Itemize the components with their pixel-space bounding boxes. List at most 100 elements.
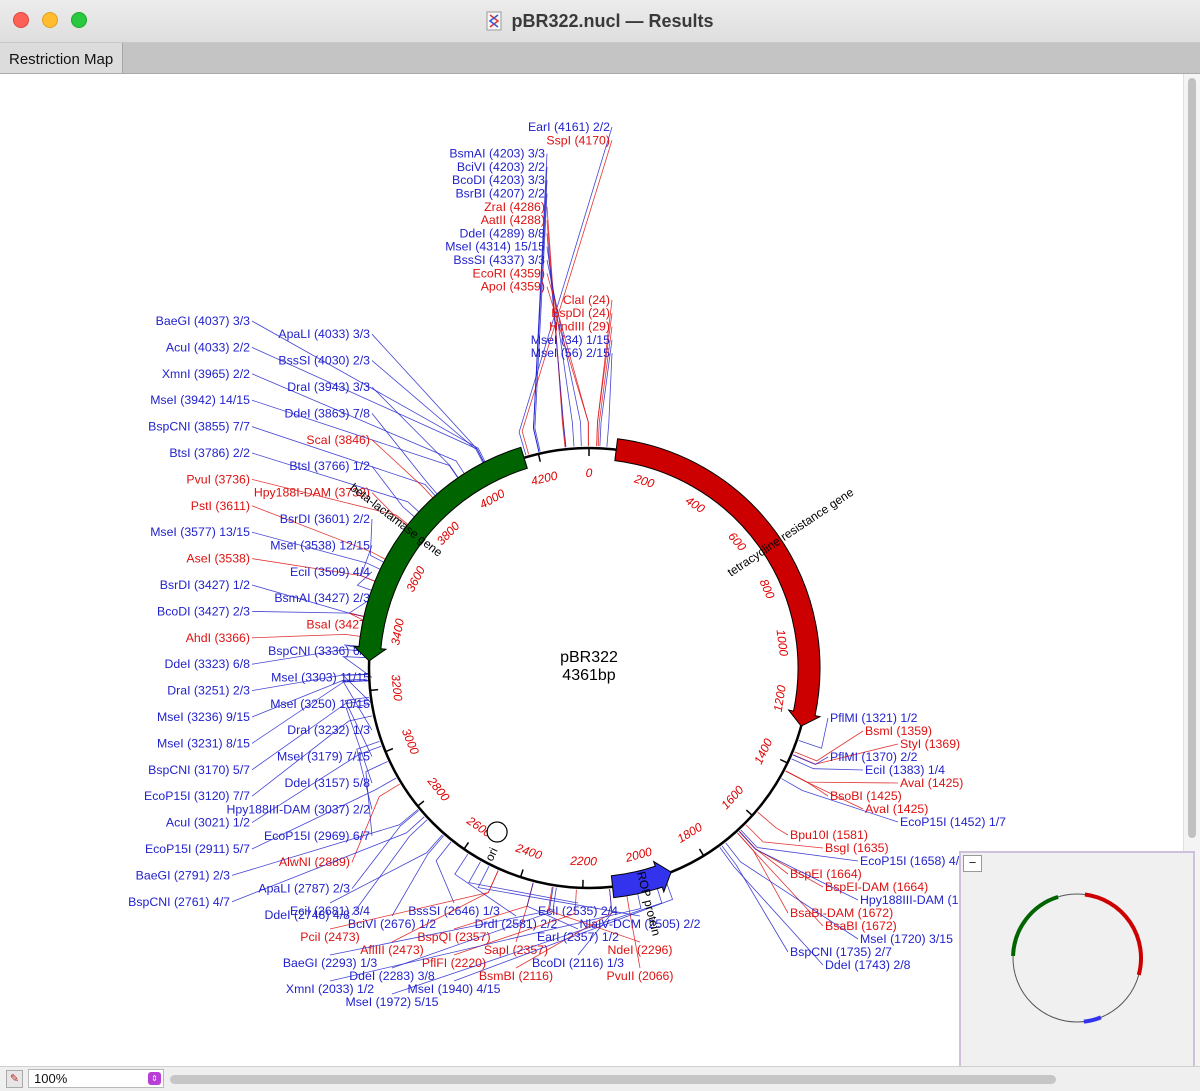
restriction-site-label[interactable]: BsaBI-DAM (1672)	[790, 906, 893, 920]
restriction-site-label[interactable]: NdeI (2296)	[608, 943, 673, 957]
restriction-site-label[interactable]: ClaI (24)	[563, 293, 610, 307]
restriction-site-label[interactable]: BspCNI (3855) 7/7	[148, 420, 250, 434]
restriction-site-label[interactable]: XmnI (3965) 2/2	[162, 367, 250, 381]
restriction-site-label[interactable]: PvuI (3736)	[186, 472, 250, 486]
restriction-site-label[interactable]: SspI (4170)	[546, 133, 610, 147]
restriction-site-label[interactable]: AcuI (3021) 1/2	[166, 816, 250, 830]
restriction-site-label[interactable]: BspEI-DAM (1664)	[825, 880, 928, 894]
restriction-site-label[interactable]: BsmAI (3427) 2/3	[274, 591, 370, 605]
restriction-site-label[interactable]: BsaBI (1672)	[825, 919, 897, 933]
restriction-site-label[interactable]: EcoP15I (1658) 4/7	[860, 854, 966, 868]
restriction-site-label[interactable]: EarI (4161) 2/2	[528, 120, 610, 134]
restriction-site-label[interactable]: NlaIV-DCM (2505) 2/2	[580, 917, 701, 931]
restriction-site-label[interactable]: BciVI (4203) 2/2	[457, 160, 545, 174]
restriction-site-label[interactable]: BaeGI (2791) 2/3	[136, 868, 230, 882]
restriction-site-label[interactable]: DdeI (1743) 2/8	[825, 958, 911, 972]
restriction-site-label[interactable]: DraI (3943) 3/3	[287, 380, 370, 394]
restriction-site-label[interactable]: PvuII (2066)	[607, 969, 674, 983]
restriction-site-label[interactable]: XmnI (2033) 1/2	[286, 982, 374, 996]
restriction-site-label[interactable]: AcuI (4033) 2/2	[166, 340, 250, 354]
restriction-site-label[interactable]: BssSI (4030) 2/3	[278, 354, 370, 368]
restriction-site-label[interactable]: BsaI (3427)	[306, 618, 370, 632]
restriction-site-label[interactable]: ScaI (3846)	[306, 433, 370, 447]
restriction-site-label[interactable]: MseI (4314) 15/15	[445, 240, 545, 254]
horizontal-scroll-thumb[interactable]	[170, 1075, 1056, 1084]
export-icon[interactable]: ✎	[6, 1070, 23, 1088]
restriction-site-label[interactable]: BciVI (2676) 1/2	[348, 917, 436, 931]
restriction-site-label[interactable]: MseI (34) 1/15	[531, 333, 610, 347]
restriction-site-label[interactable]: MseI (3236) 9/15	[157, 710, 250, 724]
restriction-site-label[interactable]: EcoP15I (3120) 7/7	[144, 789, 250, 803]
restriction-site-label[interactable]: BspCNI (2761) 4/7	[128, 895, 230, 909]
restriction-site-label[interactable]: EcoP15I (1452) 1/7	[900, 815, 1006, 829]
restriction-site-label[interactable]: AatII (4288)	[481, 213, 545, 227]
restriction-site-label[interactable]: BcoDI (3427) 2/3	[157, 604, 250, 618]
restriction-site-label[interactable]: PciI (2473)	[300, 930, 359, 944]
restriction-site-label[interactable]: BcoDI (4203) 3/3	[452, 173, 545, 187]
restriction-site-label[interactable]: BsmI (1359)	[865, 724, 932, 738]
restriction-site-label[interactable]: DdeI (4289) 8/8	[460, 226, 546, 240]
restriction-site-label[interactable]: EciI (1383) 1/4	[865, 763, 945, 777]
restriction-site-label[interactable]: BssSI (2646) 1/3	[408, 904, 500, 918]
restriction-site-label[interactable]: AvaI (1425)	[900, 776, 963, 790]
restriction-site-label[interactable]: Bpu10I (1581)	[790, 828, 868, 842]
restriction-site-label[interactable]: MseI (56) 2/15	[531, 346, 610, 360]
restriction-site-label[interactable]: MseI (3303) 11/15	[271, 670, 370, 684]
restriction-site-label[interactable]: BspCNI (3170) 5/7	[148, 763, 250, 777]
restriction-site-label[interactable]: DdeI (3323) 6/8	[165, 657, 251, 671]
restriction-site-label[interactable]: PflFI (2220)	[422, 956, 486, 970]
restriction-site-label[interactable]: BssSI (4337) 3/3	[453, 253, 545, 267]
restriction-site-label[interactable]: ZraI (4286)	[484, 200, 545, 214]
vertical-scroll-thumb[interactable]	[1188, 78, 1196, 838]
restriction-site-label[interactable]: ApaLI (4033) 3/3	[278, 327, 370, 341]
ori-marker[interactable]	[486, 821, 508, 843]
restriction-site-label[interactable]: MseI (3942) 14/15	[150, 393, 250, 407]
restriction-site-label[interactable]: EcoP15I (2911) 5/7	[145, 842, 250, 856]
zoom-select[interactable]: 100% ⇕	[28, 1069, 164, 1088]
restriction-site-label[interactable]: MseI (1940) 4/15	[408, 982, 501, 996]
restriction-site-label[interactable]: BspCNI (1735) 2/7	[790, 945, 892, 959]
restriction-site-label[interactable]: DraI (3251) 2/3	[167, 684, 250, 698]
restriction-site-label[interactable]: BsrBI (4207) 2/2	[455, 187, 545, 201]
restriction-site-label[interactable]: DraI (3232) 1/3	[287, 723, 370, 737]
restriction-site-label[interactable]: MseI (3231) 8/15	[157, 736, 250, 750]
restriction-site-label[interactable]: BtsI (3786) 2/2	[169, 446, 250, 460]
restriction-site-label[interactable]: EciI (3509) 4/4	[290, 565, 370, 579]
zoom-stepper-icon[interactable]: ⇕	[148, 1072, 161, 1085]
restriction-site-label[interactable]: BcoDI (2116) 1/3	[532, 956, 624, 970]
restriction-site-label[interactable]: AseI (3538)	[186, 552, 250, 566]
tab-restriction-map[interactable]: Restriction Map	[0, 43, 124, 73]
restriction-site-label[interactable]: HindIII (29)	[549, 320, 610, 334]
restriction-site-label[interactable]: MseI (3538) 12/15	[270, 538, 370, 552]
restriction-site-label[interactable]: MseI (1720) 3/15	[860, 932, 953, 946]
restriction-site-label[interactable]: Hpy188III-DAM (3037) 2/2	[226, 802, 370, 816]
restriction-site-label[interactable]: BaeGI (4037) 3/3	[156, 314, 250, 328]
restriction-site-label[interactable]: BsmBI (2116)	[479, 969, 553, 983]
restriction-site-label[interactable]: DdeI (2283) 3/8	[349, 969, 435, 983]
restriction-site-label[interactable]: MseI (3577) 13/15	[150, 525, 250, 539]
restriction-site-label[interactable]: BsrDI (3601) 2/2	[280, 512, 370, 526]
restriction-site-label[interactable]: DdeI (3863) 7/8	[285, 406, 371, 420]
restriction-site-label[interactable]: ApaLI (2787) 2/3	[258, 882, 350, 896]
restriction-site-label[interactable]: PflMI (1321) 1/2	[830, 711, 918, 725]
restriction-site-label[interactable]: AlwNI (2889)	[279, 855, 350, 869]
restriction-site-label[interactable]: StyI (1369)	[900, 737, 960, 751]
restriction-site-label[interactable]: ApoI (4359)	[481, 280, 545, 294]
restriction-site-label[interactable]: AflIII (2473)	[360, 943, 424, 957]
restriction-site-label[interactable]: DdeI (3157) 5/8	[285, 776, 371, 790]
restriction-site-label[interactable]: EcoRI (4359)	[473, 266, 545, 280]
restriction-site-label[interactable]: BspDI (24)	[551, 306, 610, 320]
minimap-collapse-button[interactable]: −	[963, 855, 982, 872]
restriction-site-label[interactable]: DdeI (2748) 4/8	[265, 908, 351, 922]
restriction-site-label[interactable]: BsoBI (1425)	[830, 789, 902, 803]
restriction-site-label[interactable]: BsgI (1635)	[825, 841, 889, 855]
restriction-site-label[interactable]: PstI (3611)	[191, 499, 250, 513]
restriction-site-label[interactable]: BsmAI (4203) 3/3	[449, 147, 545, 161]
restriction-site-label[interactable]: MseI (1972) 5/15	[346, 995, 439, 1009]
overview-minimap[interactable]: −	[959, 851, 1195, 1070]
restriction-site-label[interactable]: BaeGI (2293) 1/3	[283, 956, 377, 970]
restriction-site-label[interactable]: BtsI (3766) 1/2	[289, 459, 370, 473]
restriction-site-label[interactable]: PflMI (1370) 2/2	[830, 750, 918, 764]
restriction-site-label[interactable]: BsrDI (3427) 1/2	[160, 578, 250, 592]
restriction-site-label[interactable]: AhdI (3366)	[186, 631, 250, 645]
